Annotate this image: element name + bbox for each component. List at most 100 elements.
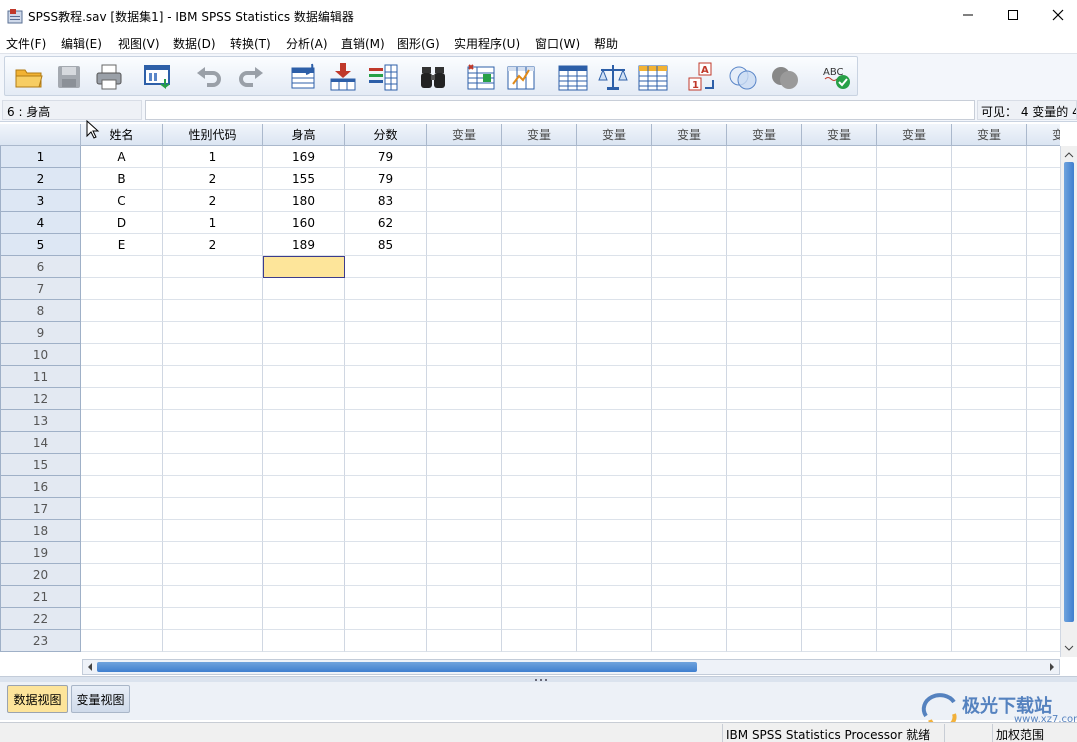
data-cell[interactable] bbox=[952, 344, 1027, 366]
data-cell[interactable] bbox=[877, 344, 952, 366]
data-cell[interactable] bbox=[345, 432, 427, 454]
maximize-button[interactable] bbox=[990, 0, 1036, 30]
data-cell[interactable] bbox=[577, 388, 652, 410]
row-header[interactable]: 4 bbox=[0, 212, 81, 234]
data-cell[interactable]: C bbox=[81, 190, 163, 212]
data-cell[interactable] bbox=[952, 300, 1027, 322]
row-header[interactable]: 20 bbox=[0, 564, 81, 586]
data-cell[interactable] bbox=[81, 432, 163, 454]
menu-utilities[interactable]: 实用程序(U) bbox=[454, 35, 520, 52]
scroll-up-icon[interactable] bbox=[1061, 148, 1077, 162]
data-cell[interactable] bbox=[577, 344, 652, 366]
data-cell[interactable] bbox=[345, 498, 427, 520]
data-cell[interactable] bbox=[502, 454, 577, 476]
data-cell[interactable] bbox=[952, 630, 1027, 652]
data-cell[interactable] bbox=[263, 630, 345, 652]
data-cell[interactable] bbox=[877, 498, 952, 520]
data-cell[interactable] bbox=[345, 586, 427, 608]
data-cell[interactable]: 2 bbox=[163, 190, 263, 212]
menu-window[interactable]: 窗口(W) bbox=[535, 35, 580, 52]
data-cell[interactable] bbox=[81, 344, 163, 366]
data-cell[interactable] bbox=[727, 190, 802, 212]
data-cell[interactable] bbox=[263, 278, 345, 300]
data-cell[interactable] bbox=[502, 366, 577, 388]
data-cell[interactable] bbox=[577, 630, 652, 652]
data-cell[interactable] bbox=[952, 410, 1027, 432]
show-all-variables-button[interactable] bbox=[769, 61, 801, 93]
data-cell[interactable] bbox=[577, 212, 652, 234]
data-cell[interactable] bbox=[952, 146, 1027, 168]
data-cell[interactable] bbox=[1027, 366, 1060, 388]
data-cell[interactable] bbox=[952, 476, 1027, 498]
weight-cases-button[interactable] bbox=[597, 61, 629, 93]
data-cell[interactable] bbox=[727, 168, 802, 190]
data-cell[interactable] bbox=[427, 498, 502, 520]
data-cell[interactable] bbox=[81, 300, 163, 322]
data-cell[interactable] bbox=[727, 278, 802, 300]
data-cell[interactable] bbox=[727, 498, 802, 520]
data-cell[interactable] bbox=[652, 608, 727, 630]
data-cell[interactable] bbox=[81, 630, 163, 652]
data-cell[interactable] bbox=[502, 432, 577, 454]
data-cell[interactable] bbox=[877, 366, 952, 388]
row-header[interactable]: 8 bbox=[0, 300, 81, 322]
data-cell[interactable] bbox=[952, 520, 1027, 542]
data-cell[interactable] bbox=[652, 212, 727, 234]
row-header[interactable]: 16 bbox=[0, 476, 81, 498]
data-cell[interactable] bbox=[577, 278, 652, 300]
data-cell[interactable] bbox=[952, 278, 1027, 300]
data-cell[interactable]: 180 bbox=[263, 190, 345, 212]
data-cell[interactable] bbox=[727, 212, 802, 234]
close-button[interactable] bbox=[1035, 0, 1077, 30]
data-cell[interactable] bbox=[802, 586, 877, 608]
data-cell[interactable] bbox=[652, 168, 727, 190]
data-cell[interactable] bbox=[877, 168, 952, 190]
undo-button[interactable] bbox=[193, 61, 225, 93]
data-cell[interactable] bbox=[1027, 234, 1060, 256]
data-cell[interactable] bbox=[727, 366, 802, 388]
data-cell[interactable] bbox=[727, 322, 802, 344]
variables-button[interactable] bbox=[367, 61, 399, 93]
data-cell[interactable] bbox=[263, 520, 345, 542]
data-cell[interactable] bbox=[802, 278, 877, 300]
data-cell[interactable] bbox=[1027, 542, 1060, 564]
data-cell[interactable] bbox=[1027, 300, 1060, 322]
data-cell[interactable] bbox=[952, 432, 1027, 454]
data-cell[interactable] bbox=[502, 630, 577, 652]
data-cell[interactable] bbox=[427, 234, 502, 256]
data-cell[interactable] bbox=[577, 586, 652, 608]
data-cell[interactable] bbox=[1027, 168, 1060, 190]
data-cell[interactable] bbox=[652, 388, 727, 410]
data-cell[interactable] bbox=[502, 300, 577, 322]
data-cell[interactable] bbox=[877, 388, 952, 410]
data-cell[interactable] bbox=[81, 520, 163, 542]
save-button[interactable] bbox=[53, 61, 85, 93]
data-cell[interactable] bbox=[502, 190, 577, 212]
data-cell[interactable] bbox=[81, 454, 163, 476]
data-cell[interactable] bbox=[1027, 256, 1060, 278]
data-cell[interactable]: 79 bbox=[345, 168, 427, 190]
data-cell[interactable] bbox=[1027, 212, 1060, 234]
data-cell[interactable]: B bbox=[81, 168, 163, 190]
row-header[interactable]: 21 bbox=[0, 586, 81, 608]
data-cell[interactable] bbox=[427, 608, 502, 630]
open-button[interactable] bbox=[13, 61, 45, 93]
data-cell[interactable] bbox=[263, 432, 345, 454]
data-cell[interactable] bbox=[163, 608, 263, 630]
scroll-down-icon[interactable] bbox=[1061, 641, 1077, 655]
data-cell[interactable] bbox=[802, 454, 877, 476]
data-cell[interactable] bbox=[1027, 564, 1060, 586]
data-cell[interactable] bbox=[952, 256, 1027, 278]
data-cell[interactable] bbox=[1027, 432, 1060, 454]
data-cell[interactable] bbox=[427, 366, 502, 388]
data-cell[interactable] bbox=[345, 278, 427, 300]
data-cell[interactable] bbox=[81, 608, 163, 630]
data-cell[interactable] bbox=[877, 586, 952, 608]
data-cell[interactable] bbox=[502, 212, 577, 234]
data-cell[interactable] bbox=[577, 366, 652, 388]
data-cell[interactable] bbox=[802, 344, 877, 366]
data-cell[interactable] bbox=[345, 476, 427, 498]
data-cell[interactable] bbox=[802, 388, 877, 410]
row-header[interactable]: 18 bbox=[0, 520, 81, 542]
data-cell[interactable] bbox=[577, 454, 652, 476]
